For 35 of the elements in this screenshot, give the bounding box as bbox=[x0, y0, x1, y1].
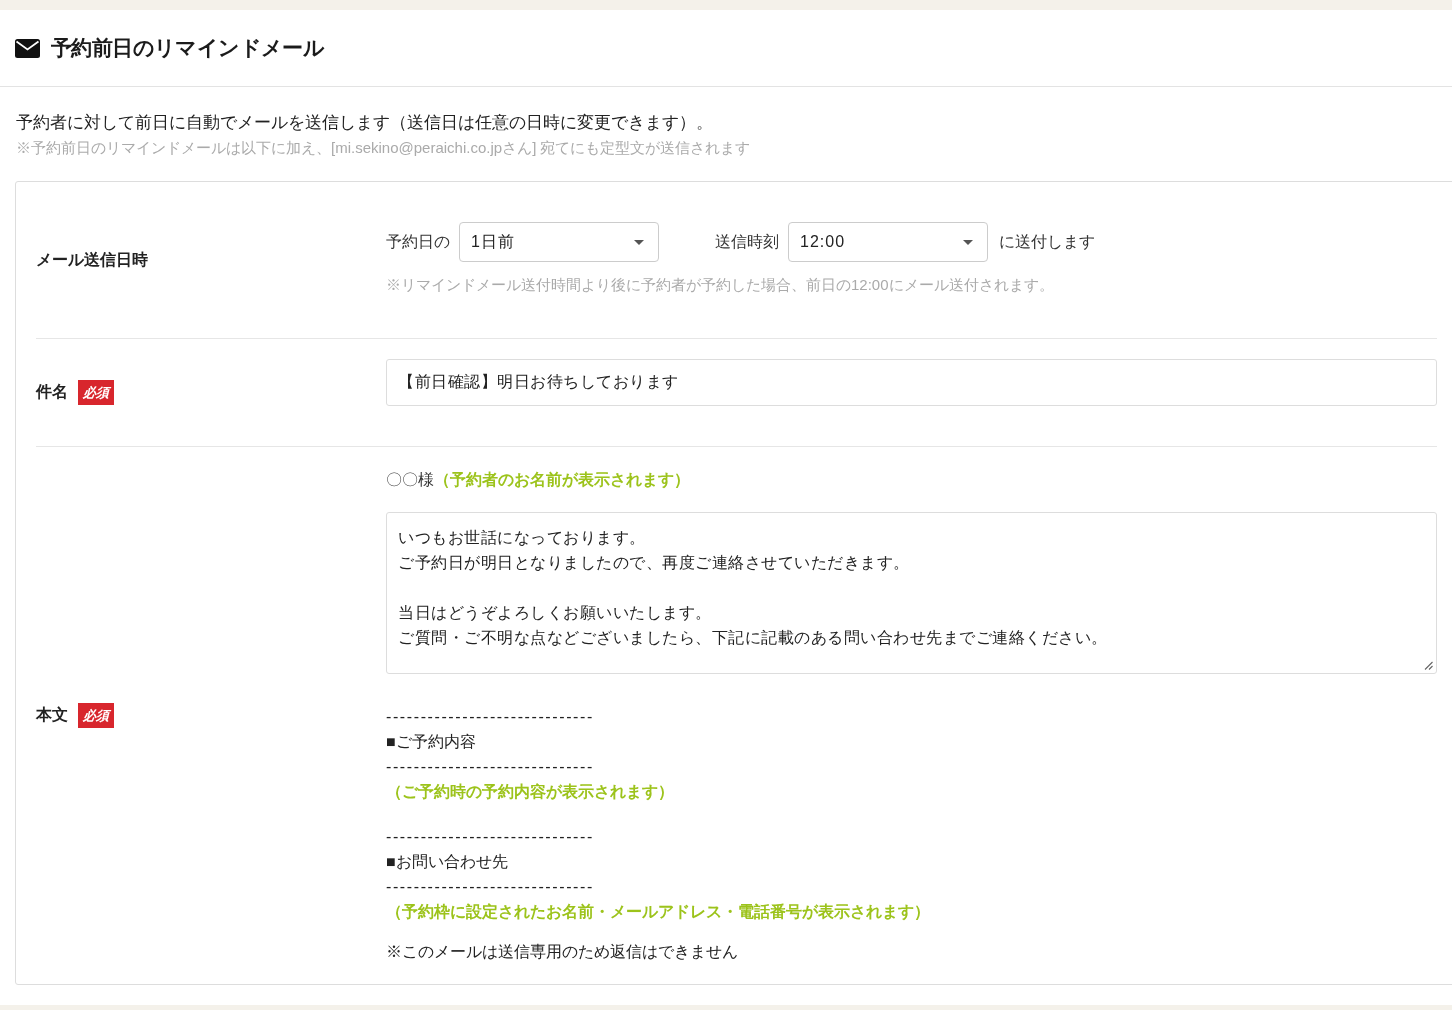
recipient-note: ※予約前日のリマインドメールは以下に加え、[mi.sekino@peraichi.co.jpさん] 宛てにも定型文が送信されます bbox=[16, 138, 751, 158]
dashed-separator: ------------------------------ bbox=[386, 707, 594, 727]
caret-icon bbox=[963, 239, 973, 245]
field-label: メール送信日時 bbox=[36, 249, 148, 270]
required-badge: 必須 bbox=[78, 703, 114, 728]
field-label: 件名 bbox=[36, 382, 68, 402]
greeting-text: 〇〇様 bbox=[386, 470, 434, 490]
description-text: 予約者に対して前日に自動でメールを送信します（送信日は任意の日時に変更できます）。 bbox=[16, 112, 713, 134]
send-suffix-text: に送付します bbox=[999, 231, 1095, 252]
dashed-separator: ------------------------------ bbox=[386, 827, 594, 847]
body-text-line: 当日はどうぞよろしくお願いいたします。 bbox=[398, 603, 712, 623]
schedule-note: ※リマインドメール送付時間より後に予約者が予約した場合、前日の12:00にメール送付されます。 bbox=[386, 275, 1054, 295]
time-select[interactable]: 12:00 bbox=[788, 222, 988, 262]
body-text-line: ご質問・ご不明な点などございましたら、下記に記載のある問い合わせ先までご連絡ください。 bbox=[398, 628, 1108, 648]
envelope-icon bbox=[15, 38, 40, 58]
dashed-separator: ------------------------------ bbox=[386, 877, 594, 897]
closing-note: ※このメールは送信専用のため返信はできません bbox=[386, 942, 738, 962]
placeholder-hint: （予約枠に設定されたお名前・メールアドレス・電話番号が表示されます） bbox=[386, 902, 930, 922]
caret-icon bbox=[634, 239, 644, 245]
day-select[interactable]: 1日前 bbox=[459, 222, 659, 262]
page-title: 予約前日のリマインドメール bbox=[51, 35, 325, 61]
required-badge: 必須 bbox=[78, 380, 114, 405]
time-label: 送信時刻 bbox=[715, 231, 779, 252]
resize-grip-icon bbox=[1424, 661, 1433, 670]
body-textarea[interactable]: いつもお世話になっております。 ご予約日が明日となりましたので、再度ご連絡させていただきます。 当日はどうぞよろしくお願いいたします。 ご質問・ご不明な点などございましたら、下記に記載のある問い合わせ先までご連絡ください。 bbox=[386, 512, 1437, 674]
placeholder-hint: （ご予約時の予約内容が表示されます） bbox=[386, 782, 674, 802]
body-text-line: いつもお世話になっております。 bbox=[398, 528, 646, 548]
section-heading: ■ご予約内容 bbox=[386, 732, 476, 752]
body-text-line: ご予約日が明日となりましたので、再度ご連絡させていただきます。 bbox=[398, 553, 910, 573]
section-heading: ■お問い合わせ先 bbox=[386, 852, 508, 872]
placeholder-hint: （予約者のお名前が表示されます） bbox=[434, 470, 690, 490]
dashed-separator: ------------------------------ bbox=[386, 757, 594, 777]
subject-input[interactable]: 【前日確認】明日お待ちしております bbox=[386, 359, 1437, 406]
field-label: 本文 bbox=[36, 705, 68, 725]
day-prefix-text: 予約日の bbox=[386, 231, 450, 252]
